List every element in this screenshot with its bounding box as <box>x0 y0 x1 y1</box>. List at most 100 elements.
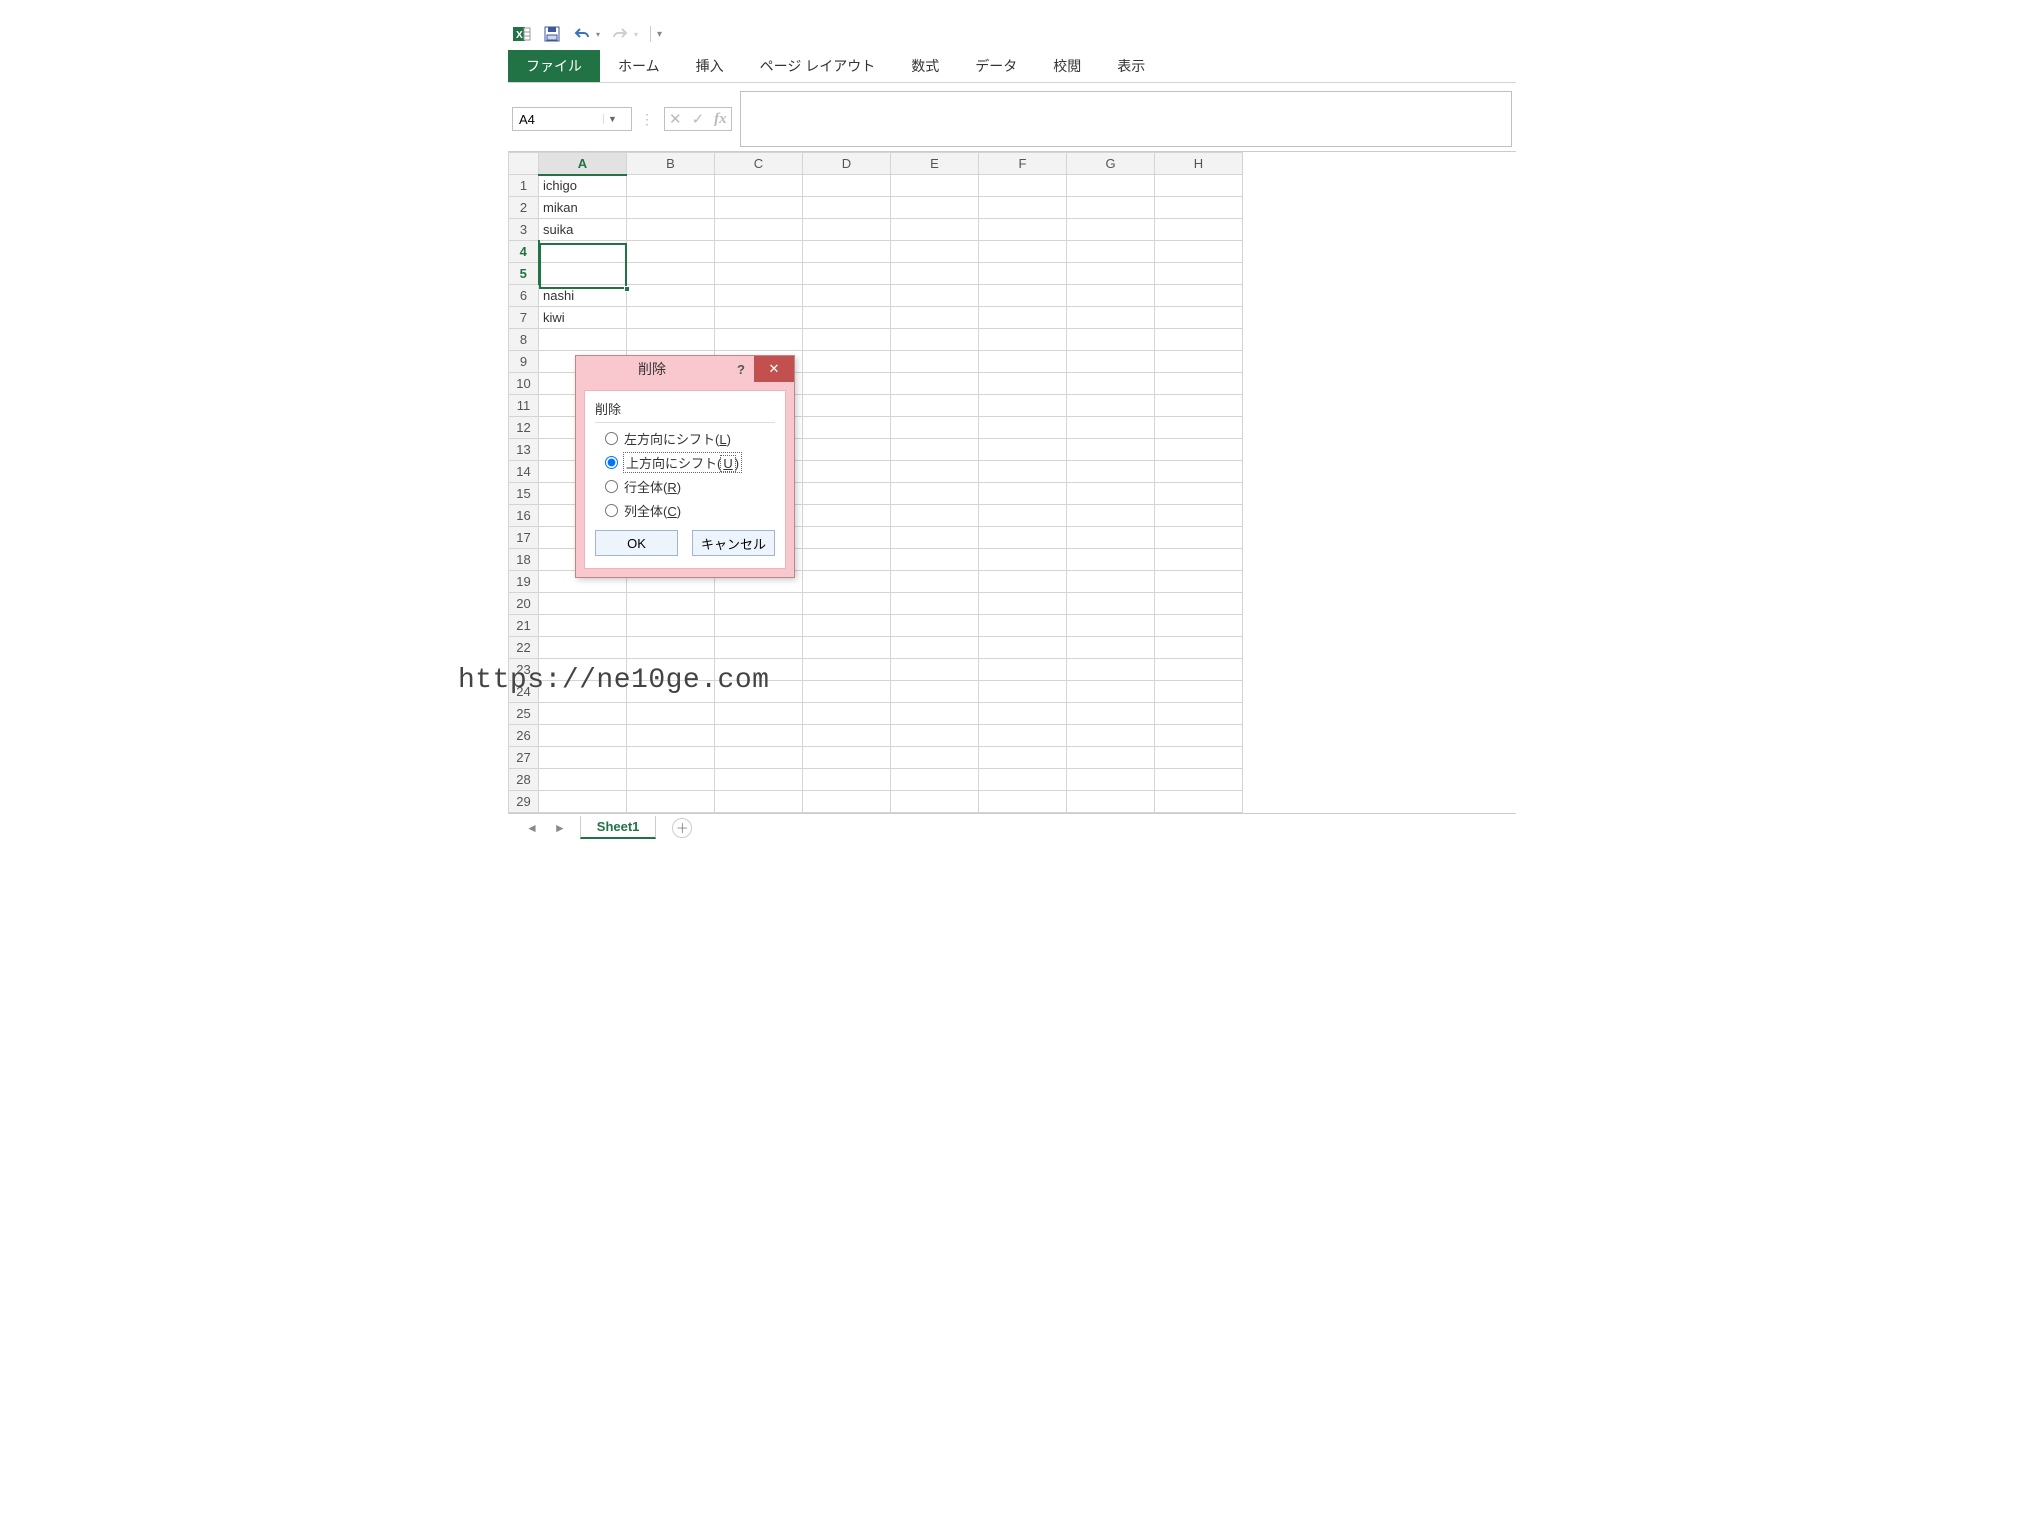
cell-A22[interactable] <box>539 637 627 659</box>
enter-formula-icon[interactable]: ✓ <box>692 110 705 128</box>
cell-H16[interactable] <box>1155 505 1243 527</box>
cell-B1[interactable] <box>627 175 715 197</box>
cell-D9[interactable] <box>803 351 891 373</box>
dialog-help-button[interactable]: ? <box>728 362 754 377</box>
ribbon-tab-5[interactable]: データ <box>957 50 1035 82</box>
cell-A4[interactable] <box>539 241 627 263</box>
add-sheet-button[interactable]: ＋ <box>672 818 692 838</box>
row-header-14[interactable]: 14 <box>509 461 539 483</box>
ribbon-tab-2[interactable]: 挿入 <box>678 50 742 82</box>
col-header-C[interactable]: C <box>715 153 803 175</box>
cancel-button[interactable]: キャンセル <box>692 530 775 556</box>
cell-H13[interactable] <box>1155 439 1243 461</box>
cell-B8[interactable] <box>627 329 715 351</box>
col-header-A[interactable]: A <box>539 153 627 175</box>
cell-E8[interactable] <box>891 329 979 351</box>
dialog-titlebar[interactable]: 削除 ? ✕ <box>576 356 794 382</box>
redo-icon[interactable] <box>610 24 630 44</box>
cell-F11[interactable] <box>979 395 1067 417</box>
cell-E12[interactable] <box>891 417 979 439</box>
cell-E26[interactable] <box>891 725 979 747</box>
col-header-G[interactable]: G <box>1067 153 1155 175</box>
cell-A6[interactable]: nashi <box>539 285 627 307</box>
cell-G18[interactable] <box>1067 549 1155 571</box>
cell-F21[interactable] <box>979 615 1067 637</box>
cell-G14[interactable] <box>1067 461 1155 483</box>
cell-D19[interactable] <box>803 571 891 593</box>
cell-F6[interactable] <box>979 285 1067 307</box>
cell-D22[interactable] <box>803 637 891 659</box>
cell-F20[interactable] <box>979 593 1067 615</box>
row-header-29[interactable]: 29 <box>509 791 539 813</box>
dialog-close-button[interactable]: ✕ <box>754 356 794 382</box>
cell-E22[interactable] <box>891 637 979 659</box>
cell-F2[interactable] <box>979 197 1067 219</box>
cell-H6[interactable] <box>1155 285 1243 307</box>
cell-G19[interactable] <box>1067 571 1155 593</box>
row-header-19[interactable]: 19 <box>509 571 539 593</box>
cell-F5[interactable] <box>979 263 1067 285</box>
col-header-B[interactable]: B <box>627 153 715 175</box>
select-all-corner[interactable] <box>509 153 539 175</box>
cell-G7[interactable] <box>1067 307 1155 329</box>
cell-G5[interactable] <box>1067 263 1155 285</box>
row-header-12[interactable]: 12 <box>509 417 539 439</box>
cell-H22[interactable] <box>1155 637 1243 659</box>
cell-B27[interactable] <box>627 747 715 769</box>
cell-A23[interactable] <box>539 659 627 681</box>
row-header-28[interactable]: 28 <box>509 769 539 791</box>
cell-G17[interactable] <box>1067 527 1155 549</box>
cell-B5[interactable] <box>627 263 715 285</box>
cell-B22[interactable] <box>627 637 715 659</box>
cell-E21[interactable] <box>891 615 979 637</box>
cell-B3[interactable] <box>627 219 715 241</box>
row-header-10[interactable]: 10 <box>509 373 539 395</box>
row-header-20[interactable]: 20 <box>509 593 539 615</box>
cell-G2[interactable] <box>1067 197 1155 219</box>
cell-B26[interactable] <box>627 725 715 747</box>
cell-D26[interactable] <box>803 725 891 747</box>
cell-E4[interactable] <box>891 241 979 263</box>
cell-D3[interactable] <box>803 219 891 241</box>
col-header-H[interactable]: H <box>1155 153 1243 175</box>
delete-option-radio-0[interactable] <box>605 432 618 445</box>
cell-A2[interactable]: mikan <box>539 197 627 219</box>
row-header-18[interactable]: 18 <box>509 549 539 571</box>
delete-option-radio-3[interactable] <box>605 504 618 517</box>
cell-G6[interactable] <box>1067 285 1155 307</box>
row-header-9[interactable]: 9 <box>509 351 539 373</box>
cell-F12[interactable] <box>979 417 1067 439</box>
cell-E24[interactable] <box>891 681 979 703</box>
cell-E18[interactable] <box>891 549 979 571</box>
cell-H25[interactable] <box>1155 703 1243 725</box>
cell-D11[interactable] <box>803 395 891 417</box>
cell-H1[interactable] <box>1155 175 1243 197</box>
cell-A3[interactable]: suika <box>539 219 627 241</box>
row-header-7[interactable]: 7 <box>509 307 539 329</box>
sheet-tab-active[interactable]: Sheet1 <box>580 816 657 839</box>
cell-D29[interactable] <box>803 791 891 813</box>
cell-D21[interactable] <box>803 615 891 637</box>
cell-A21[interactable] <box>539 615 627 637</box>
cell-F9[interactable] <box>979 351 1067 373</box>
cell-E10[interactable] <box>891 373 979 395</box>
cancel-formula-icon[interactable]: ✕ <box>669 110 682 128</box>
cell-F1[interactable] <box>979 175 1067 197</box>
cell-G9[interactable] <box>1067 351 1155 373</box>
cell-D12[interactable] <box>803 417 891 439</box>
ok-button[interactable]: OK <box>595 530 678 556</box>
cell-G13[interactable] <box>1067 439 1155 461</box>
cell-G20[interactable] <box>1067 593 1155 615</box>
cell-C21[interactable] <box>715 615 803 637</box>
cell-G21[interactable] <box>1067 615 1155 637</box>
cell-G23[interactable] <box>1067 659 1155 681</box>
cell-E7[interactable] <box>891 307 979 329</box>
cell-H5[interactable] <box>1155 263 1243 285</box>
cell-A29[interactable] <box>539 791 627 813</box>
delete-option-2[interactable]: 行全体(R) <box>605 477 775 496</box>
row-header-2[interactable]: 2 <box>509 197 539 219</box>
cell-F23[interactable] <box>979 659 1067 681</box>
cell-H27[interactable] <box>1155 747 1243 769</box>
cell-F19[interactable] <box>979 571 1067 593</box>
cell-E20[interactable] <box>891 593 979 615</box>
